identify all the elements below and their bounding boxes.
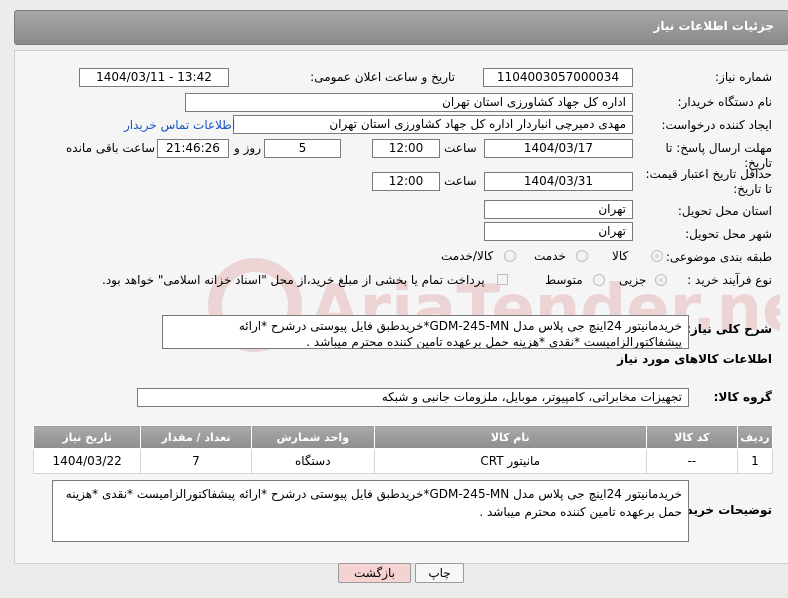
announce-datetime-label: تاریخ و ساعت اعلان عمومی: bbox=[310, 70, 455, 84]
days-field: 5 bbox=[264, 139, 341, 158]
need-description-text: خریدمانیتور 24اینچ جی پلاس مدل GDM-245-M… bbox=[162, 315, 689, 349]
price-validity-label-1: حداقل تاریخ اعتبار قیمت: bbox=[645, 167, 772, 181]
reply-date-field: 1404/03/17 bbox=[484, 139, 633, 158]
col-quantity: تعداد / مقدار bbox=[140, 425, 252, 449]
category-radio-goods[interactable] bbox=[651, 250, 663, 262]
buyer-contact-link[interactable]: اطلاعات تماس خریدار bbox=[124, 118, 235, 132]
process-option-medium: متوسط bbox=[545, 273, 583, 287]
table-header-row: ردیف کد کالا نام کالا واحد شمارش تعداد /… bbox=[32, 425, 774, 449]
reply-deadline-label-1: مهلت ارسال پاسخ: تا bbox=[665, 141, 772, 155]
buyer-notes-text: خریدمانیتور 24اینچ جی پلاس مدل GDM-245-M… bbox=[52, 480, 689, 542]
goods-table: ردیف کد کالا نام کالا واحد شمارش تعداد /… bbox=[32, 425, 774, 474]
page-header: جزئیات اطلاعات نیاز bbox=[14, 10, 788, 45]
validity-time-field: 12:00 bbox=[372, 172, 440, 191]
process-radio-minor[interactable] bbox=[655, 274, 667, 286]
buyer-org-field: اداره کل جهاد کشاورزی استان تهران bbox=[185, 93, 633, 112]
need-number-label: شماره نیاز: bbox=[715, 70, 772, 84]
cell-item-code: -- bbox=[645, 448, 738, 474]
reply-time-label: ساعت bbox=[444, 141, 477, 155]
remaining-time-field: 21:46:26 bbox=[157, 139, 229, 158]
payment-note: پرداخت تمام یا بخشی از مبلغ خرید،از محل … bbox=[102, 273, 485, 287]
process-type-label: نوع فرآیند خرید : bbox=[687, 273, 772, 287]
col-item-name: نام کالا bbox=[373, 425, 647, 449]
buyer-org-label: نام دستگاه خریدار: bbox=[677, 95, 773, 109]
page-title: جزئیات اطلاعات نیاز bbox=[653, 19, 774, 33]
price-validity-label-2: تا تاریخ: bbox=[733, 182, 772, 196]
col-unit: واحد شمارش bbox=[250, 425, 375, 449]
goods-info-heading: اطلاعات کالاهای مورد نیاز bbox=[617, 352, 772, 366]
need-number-field: 1104003057000034 bbox=[483, 68, 633, 87]
cell-quantity: 7 bbox=[140, 448, 252, 474]
reply-time-field: 12:00 bbox=[372, 139, 440, 158]
need-desc-label: شرح کلی نیاز: bbox=[686, 322, 772, 336]
treasury-checkbox[interactable] bbox=[497, 274, 508, 285]
col-row-number: ردیف bbox=[736, 425, 774, 449]
goods-group-field: تجهیزات مخابراتی، کامپیوتر، موبایل، ملزو… bbox=[137, 388, 689, 407]
delivery-city-label: شهر محل تحویل: bbox=[685, 227, 772, 241]
col-item-code: کد کالا bbox=[645, 425, 738, 449]
city-field: تهران bbox=[484, 222, 633, 241]
validity-time-label: ساعت bbox=[444, 174, 477, 188]
category-label: طبقه بندی موضوعی: bbox=[665, 250, 772, 264]
cell-row-number: 1 bbox=[736, 448, 774, 474]
category-radio-goods-service[interactable] bbox=[504, 250, 516, 262]
validity-date-field: 1404/03/31 bbox=[484, 172, 633, 191]
print-button[interactable]: چاپ bbox=[415, 563, 464, 583]
remaining-label: ساعت باقی مانده bbox=[66, 141, 156, 155]
cell-item-name: مانیتور CRT bbox=[373, 448, 647, 474]
category-option-goods-service: کالا/خدمت bbox=[441, 249, 494, 263]
back-button[interactable]: بازگشت bbox=[338, 563, 411, 583]
category-option-service: خدمت bbox=[534, 249, 566, 263]
announce-datetime-field: 1404/03/11 - 13:42 bbox=[79, 68, 229, 87]
province-field: تهران bbox=[484, 200, 633, 219]
category-radio-service[interactable] bbox=[576, 250, 588, 262]
table-row: 1 -- مانیتور CRT دستگاه 7 1404/03/22 bbox=[32, 448, 774, 474]
requester-label: ایجاد کننده درخواست: bbox=[661, 118, 772, 132]
process-radio-medium[interactable] bbox=[593, 274, 605, 286]
cell-unit: دستگاه bbox=[250, 448, 375, 474]
days-label: روز و bbox=[234, 141, 261, 155]
process-option-minor: جزیی bbox=[619, 273, 647, 287]
delivery-province-label: استان محل تحویل: bbox=[677, 204, 772, 218]
col-need-date: تاریخ نیاز bbox=[32, 425, 142, 449]
cell-need-date: 1404/03/22 bbox=[32, 448, 142, 474]
goods-group-label: گروه کالا: bbox=[713, 390, 772, 404]
category-option-goods: کالا bbox=[612, 249, 629, 263]
requester-field: مهدی دمیرچی انباردار اداره کل جهاد کشاور… bbox=[233, 115, 633, 134]
